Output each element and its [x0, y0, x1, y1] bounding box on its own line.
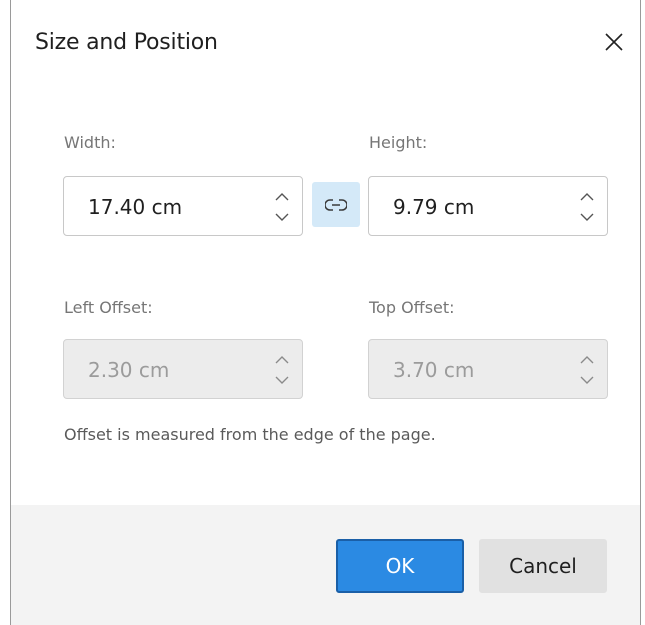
top-offset-field: 3.70 cm — [368, 339, 608, 399]
top-offset-stepper — [579, 352, 595, 388]
width-stepper[interactable] — [274, 189, 290, 225]
left-offset-value: 2.30 cm — [88, 358, 170, 382]
close-icon — [605, 33, 623, 51]
chevron-up-icon — [275, 356, 289, 364]
left-offset-field: 2.30 cm — [63, 339, 303, 399]
chevron-down-icon — [580, 213, 594, 221]
width-value: 17.40 cm — [88, 195, 183, 219]
dialog-title: Size and Position — [35, 30, 218, 55]
height-value: 9.79 cm — [393, 195, 475, 219]
width-field[interactable]: 17.40 cm — [63, 176, 303, 236]
height-field[interactable]: 9.79 cm — [368, 176, 608, 236]
chevron-up-icon — [580, 193, 594, 201]
left-offset-label: Left Offset: — [64, 298, 153, 317]
chevron-down-icon — [580, 376, 594, 384]
cancel-button[interactable]: Cancel — [479, 539, 607, 593]
chevron-up-icon — [275, 193, 289, 201]
link-icon — [325, 198, 347, 211]
height-label: Height: — [369, 133, 428, 152]
chevron-up-icon — [580, 356, 594, 364]
chevron-down-icon — [275, 376, 289, 384]
link-aspect-toggle[interactable] — [312, 182, 360, 227]
left-offset-stepper — [274, 352, 290, 388]
chevron-down-icon — [275, 213, 289, 221]
width-label: Width: — [64, 133, 116, 152]
close-button[interactable] — [596, 24, 632, 60]
top-offset-value: 3.70 cm — [393, 358, 475, 382]
ok-button[interactable]: OK — [336, 539, 464, 593]
offset-note: Offset is measured from the edge of the … — [64, 425, 436, 444]
size-position-dialog: Size and Position Width: 17.40 cm Height… — [10, 0, 641, 625]
height-stepper[interactable] — [579, 189, 595, 225]
top-offset-label: Top Offset: — [369, 298, 455, 317]
